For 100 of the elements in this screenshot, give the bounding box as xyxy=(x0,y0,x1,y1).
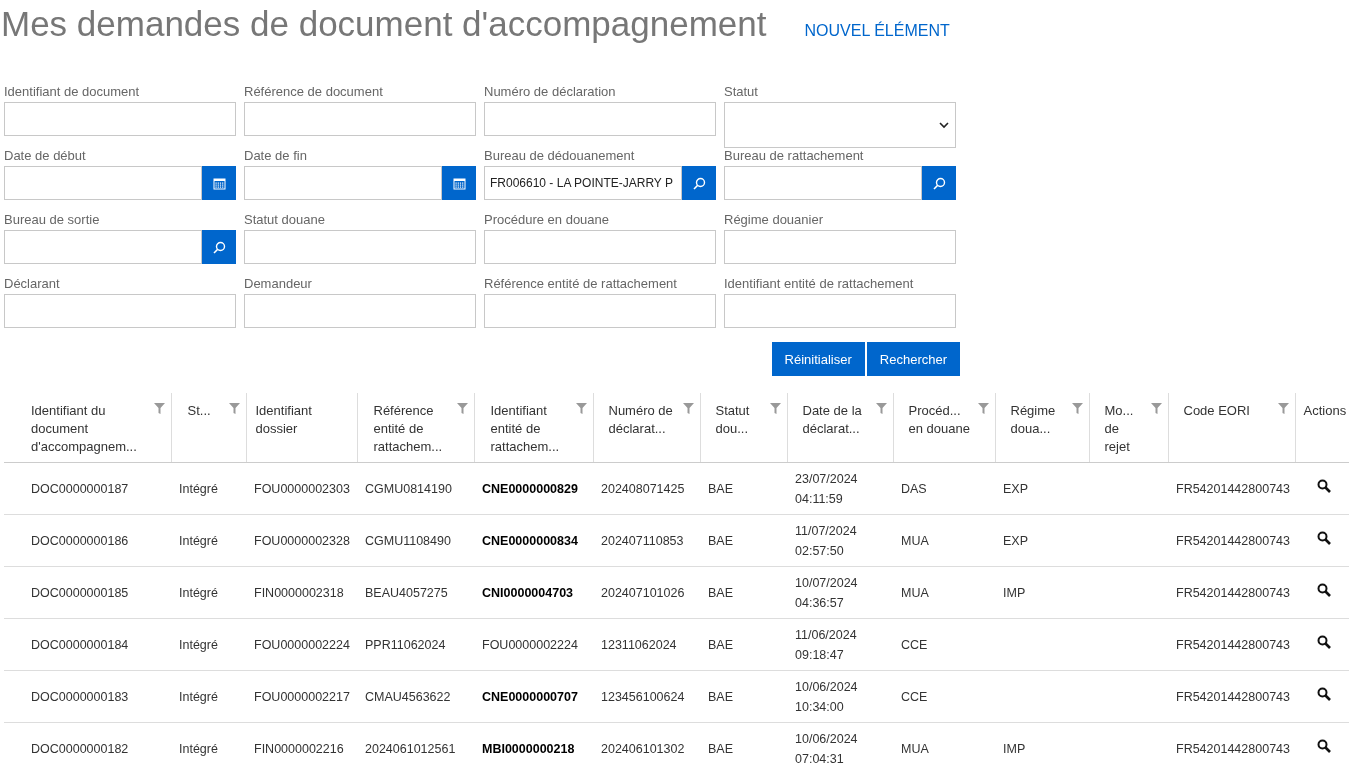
field-label: Numéro de déclaration xyxy=(484,84,617,101)
field-label: Date de fin xyxy=(244,148,308,165)
search-icon[interactable] xyxy=(1317,634,1331,649)
filter-icon[interactable] xyxy=(875,403,887,414)
filter-icon[interactable] xyxy=(1071,403,1083,414)
table-cell-text: IMP xyxy=(1003,740,1026,758)
filter-icon[interactable] xyxy=(769,403,781,414)
new-item-link[interactable]: NOUVEL ÉLÉMENT xyxy=(804,22,950,40)
field-label: Procédure en douane xyxy=(484,212,611,229)
table-cell-text: DOC0000000184 xyxy=(31,636,129,654)
column-header[interactable]: Statut dou... xyxy=(715,402,765,438)
table-cell-text: DAS xyxy=(901,480,927,498)
column-header[interactable]: Identifiant dossier xyxy=(255,402,355,438)
page-title: Mes demandes de document d'accompagnement xyxy=(1,3,767,45)
column-header[interactable]: Identifiant du document d'accompagnem... xyxy=(31,402,149,456)
table-cell-text: FIN0000002216 xyxy=(254,740,344,758)
input-field[interactable] xyxy=(724,230,956,264)
search-icon[interactable] xyxy=(1317,738,1331,753)
input-field[interactable] xyxy=(244,102,476,136)
table-cell-text: EXP xyxy=(1003,480,1028,498)
table-cell-text: 202407110853 xyxy=(601,532,684,550)
input-field[interactable] xyxy=(244,294,476,328)
input-field[interactable] xyxy=(724,294,956,328)
filter-icon[interactable] xyxy=(228,403,240,414)
search-icon[interactable] xyxy=(1317,686,1331,701)
field-label: Statut douane xyxy=(244,212,326,229)
table-cell-text: CNE0000000829 xyxy=(482,480,578,498)
table-cell-text: Intégré xyxy=(179,584,218,602)
table-cell-text: Intégré xyxy=(179,688,218,706)
column-header[interactable]: Numéro de déclarat... xyxy=(608,402,678,438)
input-field[interactable] xyxy=(484,294,716,328)
table-cell-text: CGMU0814190 xyxy=(365,480,452,498)
search-button[interactable] xyxy=(922,166,956,200)
column-header[interactable]: Code EORI xyxy=(1183,402,1273,420)
filter-icon[interactable] xyxy=(1277,403,1289,414)
column-header[interactable]: Procéd... en douane xyxy=(908,402,973,438)
field-label: Référence entité de rattachement xyxy=(484,276,678,293)
table-cell-text: FIN0000002318 xyxy=(254,584,344,602)
table-cell-text: DOC0000000185 xyxy=(31,584,129,602)
column-header[interactable]: St... xyxy=(187,402,224,420)
input-field[interactable] xyxy=(484,102,716,136)
table-cell-text: FOU0000002303 xyxy=(254,480,350,498)
table-cell-text: MUA xyxy=(901,532,929,550)
input-field[interactable] xyxy=(4,230,202,264)
table-cell-text: FOU0000002217 xyxy=(254,688,350,706)
filter-icon[interactable] xyxy=(456,403,468,414)
status-select[interactable] xyxy=(724,102,956,148)
search-button[interactable] xyxy=(202,230,236,264)
input-field[interactable] xyxy=(484,230,716,264)
table-cell-text: MUA xyxy=(901,740,929,758)
filter-icon[interactable] xyxy=(153,403,165,414)
search-icon[interactable] xyxy=(1317,478,1331,493)
table-cell-text: MUA xyxy=(901,584,929,602)
column-header[interactable]: Identifiant entité de rattachem... xyxy=(490,402,571,456)
input-field[interactable]: FR006610 - LA POINTE-JARRY P xyxy=(484,166,682,200)
table-cell-text: EXP xyxy=(1003,532,1028,550)
table-cell-text: Intégré xyxy=(179,480,218,498)
date-field[interactable] xyxy=(244,166,442,200)
input-field[interactable] xyxy=(724,166,922,200)
table-cell-text: CCE xyxy=(901,636,928,654)
input-field[interactable] xyxy=(4,294,236,328)
filter-icon[interactable] xyxy=(1150,403,1162,414)
filter-icon[interactable] xyxy=(575,403,587,414)
field-label: Identifiant entité de rattachement xyxy=(724,276,915,293)
table-cell-text: MBI0000000218 xyxy=(482,740,575,758)
table-cell-text: FOU0000002224 xyxy=(482,636,578,654)
table-cell-text: 123456100624 xyxy=(601,688,685,706)
search-icon[interactable] xyxy=(1317,582,1331,597)
field-label: Demandeur xyxy=(244,276,313,293)
table-cell-text: CNE0000000834 xyxy=(482,532,578,550)
table-cell-text: 202406101302 xyxy=(601,740,685,758)
column-header[interactable]: Mo... de rejet xyxy=(1104,402,1146,456)
field-label: Régime douanier xyxy=(724,212,824,229)
search-icon xyxy=(932,176,946,190)
search-button[interactable]: Rechercher xyxy=(866,342,960,376)
search-button[interactable] xyxy=(682,166,716,200)
date-field[interactable] xyxy=(4,166,202,200)
field-label: Bureau de dédouanement xyxy=(484,148,636,165)
reset-button[interactable]: Réinitialiser xyxy=(771,342,865,376)
table-cell-text: CGMU1108490 xyxy=(365,532,451,550)
calendar-button[interactable] xyxy=(202,166,236,200)
table-cell-text: CNE0000000707 xyxy=(482,688,578,706)
filter-icon[interactable] xyxy=(682,403,694,414)
field-label: Référence de document xyxy=(244,84,384,101)
search-icon[interactable] xyxy=(1317,530,1331,545)
column-header[interactable]: Régime doua... xyxy=(1010,402,1067,438)
input-field[interactable] xyxy=(244,230,476,264)
table-cell-text: 10/06/2024 10:34:00 xyxy=(795,678,859,716)
calendar-button[interactable] xyxy=(442,166,476,200)
chevron-down-icon xyxy=(939,121,949,129)
column-header[interactable]: Référence entité de rattachem... xyxy=(373,402,452,456)
column-header[interactable]: Actions xyxy=(1303,402,1347,420)
column-header[interactable]: Date de la déclarat... xyxy=(802,402,871,438)
calendar-icon xyxy=(212,176,226,190)
table-cell-text: FOU0000002328 xyxy=(254,532,350,550)
filter-icon[interactable] xyxy=(977,403,989,414)
table-cell-text: CCE xyxy=(901,688,928,706)
input-field[interactable] xyxy=(4,102,236,136)
table-cell-text: 12311062024 xyxy=(601,636,677,654)
table-cell-text: BAE xyxy=(708,688,733,706)
